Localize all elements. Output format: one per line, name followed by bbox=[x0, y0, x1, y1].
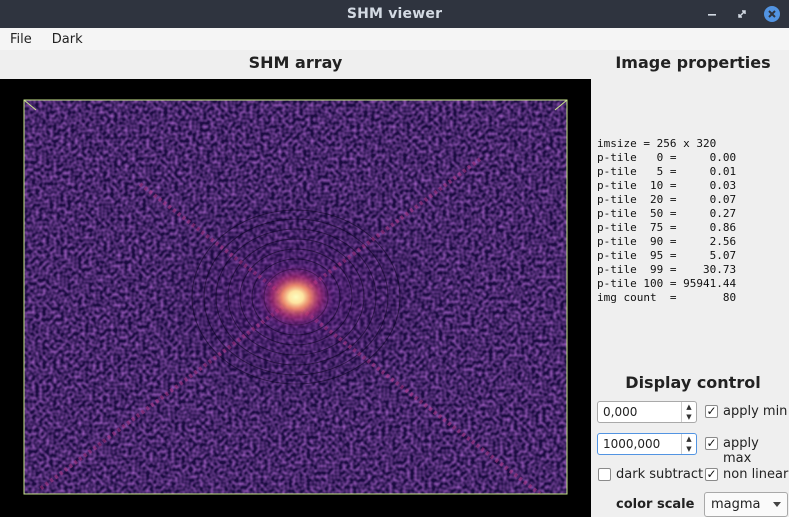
chevron-down-icon bbox=[773, 502, 781, 507]
shm-array-image-panel[interactable] bbox=[0, 79, 591, 517]
prop-line: p-tile 0 = 0.00 bbox=[597, 151, 737, 164]
image-properties-list: imsize = 256 x 320 p-tile 0 = 0.00 p-til… bbox=[597, 137, 736, 305]
color-scale-select[interactable]: magma bbox=[704, 492, 788, 517]
prop-line: p-tile 20 = 0.07 bbox=[597, 193, 737, 206]
shm-array-title: SHM array bbox=[248, 53, 343, 72]
color-scale-label: color scale bbox=[616, 497, 695, 512]
dark-subtract-label: dark subtract bbox=[616, 467, 704, 482]
apply-max-label: apply max bbox=[723, 436, 759, 466]
max-value: 1000,000 bbox=[603, 437, 661, 451]
check-icon: ✓ bbox=[706, 467, 717, 481]
window-title: SHM viewer bbox=[346, 6, 443, 22]
spin-down-icon[interactable]: ▼ bbox=[682, 444, 696, 454]
close-icon bbox=[764, 6, 780, 22]
close-button[interactable] bbox=[762, 4, 782, 24]
prop-line: p-tile 75 = 0.86 bbox=[597, 221, 737, 234]
prop-line: p-tile 95 = 5.07 bbox=[597, 249, 737, 262]
dark-subtract-checkbox[interactable] bbox=[598, 468, 611, 481]
apply-min-checkbox[interactable]: ✓ bbox=[705, 405, 718, 418]
prop-line: p-tile 100 = 95941.44 bbox=[597, 277, 737, 290]
max-value-spinbox[interactable]: 1000,000 ▲ ▼ bbox=[597, 433, 697, 455]
apply-min-label: apply min bbox=[723, 404, 788, 419]
restore-icon bbox=[738, 10, 746, 18]
minimize-icon bbox=[708, 14, 716, 16]
apply-max-checkbox[interactable]: ✓ bbox=[705, 437, 718, 450]
check-icon: ✓ bbox=[706, 436, 717, 450]
spin-up-icon[interactable]: ▲ bbox=[682, 434, 696, 444]
min-value-spinbox[interactable]: 0,000 ▲ ▼ bbox=[597, 401, 697, 423]
prop-line: p-tile 90 = 2.56 bbox=[597, 235, 737, 248]
prop-line: imsize = 256 x 320 bbox=[597, 137, 717, 150]
minimize-button[interactable] bbox=[702, 4, 722, 24]
menu-dark[interactable]: Dark bbox=[42, 32, 93, 47]
menu-file[interactable]: File bbox=[0, 32, 42, 47]
prop-line: p-tile 10 = 0.03 bbox=[597, 179, 737, 192]
menu-bar: File Dark bbox=[0, 28, 789, 50]
prop-line: p-tile 50 = 0.27 bbox=[597, 207, 737, 220]
min-value: 0,000 bbox=[603, 405, 638, 419]
prop-line: p-tile 99 = 30.73 bbox=[597, 263, 737, 276]
non-linear-checkbox[interactable]: ✓ bbox=[705, 468, 718, 481]
color-scale-value: magma bbox=[711, 497, 761, 512]
speckle-image bbox=[23, 99, 568, 495]
spin-down-icon[interactable]: ▼ bbox=[682, 412, 696, 422]
image-properties-title: Image properties bbox=[615, 53, 771, 72]
spin-up-icon[interactable]: ▲ bbox=[682, 402, 696, 412]
maximize-button[interactable] bbox=[732, 4, 752, 24]
display-control-title: Display control bbox=[625, 373, 761, 392]
check-icon: ✓ bbox=[706, 404, 717, 418]
title-bar: SHM viewer bbox=[0, 0, 789, 28]
prop-line: p-tile 5 = 0.01 bbox=[597, 165, 737, 178]
prop-line: img count = 80 bbox=[597, 291, 737, 304]
non-linear-label: non linear bbox=[723, 467, 789, 482]
